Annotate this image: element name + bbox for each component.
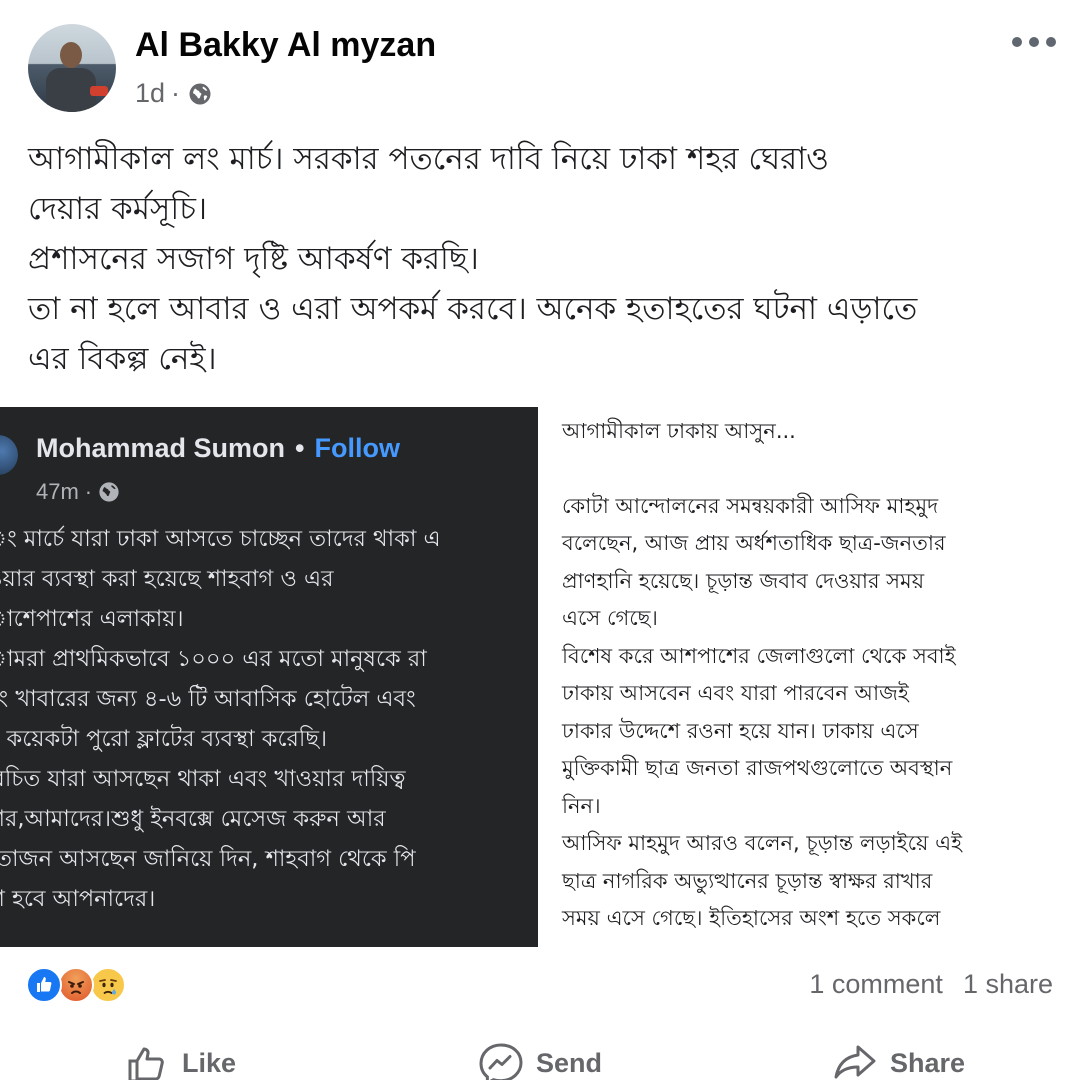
post-text: আগামীকাল লং মার্চ। সরকার পতনের দাবি নিয়…	[28, 134, 1058, 384]
engagement-counts: 1 comment 1 share	[809, 969, 1053, 1000]
post-text-line: আগামীকাল লং মার্চ। সরকার পতনের দাবি নিয়…	[28, 141, 829, 177]
shared-author-line: Mohammad Sumon • Follow	[36, 433, 400, 464]
action-bar: Like Send Share	[0, 1043, 1080, 1080]
like-reaction-icon	[26, 967, 62, 1003]
more-options-icon[interactable]	[1012, 32, 1060, 52]
shared-text-line: তোজন আসছেন জানিয়ে দিন, শাহবাগ থেকে পি	[0, 846, 416, 872]
post-time[interactable]: 1d	[135, 78, 165, 109]
post-text-line: এর বিকল্প নেই।	[28, 341, 217, 377]
post-image[interactable]: Mohammad Sumon • Follow 47m · ং মার্চে যার…	[0, 407, 1080, 947]
news-text-line: ঢাকার উদ্দেশে রওনা হয়ে যান। ঢাকায় এসে	[562, 718, 919, 743]
shared-text-line: রিচিত যারা আসছেন থাকা এবং খাওয়ার দায়িত…	[0, 766, 406, 792]
news-text-line: কোটা আন্দোলনের সমন্বয়কারী আসিফ মাহমুদ	[562, 493, 939, 518]
globe-icon	[99, 482, 119, 502]
news-text-line: প্রাণহানি হয়েছে। চূড়ান্ত জবাব দেওয়ার …	[562, 568, 925, 593]
author-avatar[interactable]	[28, 24, 116, 112]
news-text-line: এসে গেছে।	[562, 606, 658, 630]
globe-icon	[189, 83, 211, 104]
shared-text-line: মার,আমাদের।শুধু ইনবক্সে মেসেজ করুন আর	[0, 806, 386, 832]
shared-text-line: াশেপাশের এলাকায়।	[0, 606, 184, 632]
shared-screenshot-right: আগামীকাল ঢাকায় আসুন... কোটা আন্দোলনের স…	[538, 407, 1080, 947]
like-label: Like	[182, 1047, 237, 1078]
share-arrow-icon	[834, 1045, 876, 1079]
post-text-line: তা না হলে আবার ও এরা অপকর্ম করবে। অনেক হ…	[28, 291, 918, 327]
news-title: আগামীকাল ঢাকায় আসুন...	[562, 419, 796, 443]
follow-link: Follow	[314, 433, 400, 463]
shared-author-name: Mohammad Sumon	[36, 433, 286, 463]
shared-text-line: রা হবে আপনাদের।	[0, 886, 156, 912]
shared-screenshot-left: Mohammad Sumon • Follow 47m · ং মার্চে যার…	[0, 407, 538, 947]
news-text-line: সময় এসে গেছে। ইতিহাসের অংশ হতে সকলে	[562, 906, 941, 930]
meta-separator: ·	[171, 78, 181, 108]
send-button[interactable]: Send	[478, 1043, 602, 1080]
shared-meta-separator: ·	[84, 479, 93, 504]
shared-text-line: ং মার্চে যারা ঢাকা আসতে চাচ্ছেন তাদের থা…	[0, 526, 441, 552]
shared-time: 47m	[36, 479, 79, 504]
shared-separator: •	[295, 433, 305, 463]
shared-text-line: ওয়ার ব্যবস্থা করা হয়েছে শাহবাগ ও এর	[0, 566, 334, 592]
news-text-line: ছাত্র নাগরিক অভ্যুত্থানের চূড়ান্ত স্বাক…	[562, 868, 933, 893]
news-text-line: বিশেষ করে আশপাশের জেলাগুলো থেকে সবাই	[562, 643, 956, 668]
post-text-line: দেয়ার কর্মসূচি।	[28, 191, 208, 227]
shared-meta: 47m ·	[36, 479, 120, 505]
like-button[interactable]: Like	[126, 1043, 236, 1080]
news-text-line: নিন।	[562, 793, 601, 818]
news-text-line: বলেছেন, আজ প্রায় অর্ধশতাধিক ছাত্র-জনতার	[562, 531, 946, 555]
shared-author-avatar	[0, 435, 18, 475]
reaction-summary[interactable]	[26, 967, 146, 1003]
news-text-line: মুক্তিকামী ছাত্র জনতা রাজপথগুলোতে অবস্থা…	[562, 756, 953, 780]
shared-post-text: ং মার্চে যারা ঢাকা আসতে চাচ্ছেন তাদের থা…	[0, 519, 538, 919]
shared-text-line: বং খাবারের জন্য ৪-৬ টি আবাসিক হোটেল এবং	[0, 686, 416, 712]
news-text-line: ঢাকায় আসবেন এবং যারা পারবেন আজই	[562, 681, 909, 705]
comment-count[interactable]: 1 comment	[809, 969, 943, 1000]
shared-text-line: ামরা প্রাথমিকভাবে ১০০০ এর মতো মানুষকে রা	[0, 646, 427, 672]
news-text-line: আসিফ মাহমুদ আরও বলেন, চূড়ান্ত লড়াইয়ে …	[562, 831, 962, 855]
share-count[interactable]: 1 share	[963, 969, 1053, 1000]
shared-text-line: শ কয়েকটা পুরো ফ্লাটের ব্যবস্থা করেছি।	[0, 726, 328, 752]
post-header: Al Bakky Al myzan 1d ·	[0, 0, 1080, 120]
post-meta: 1d ·	[135, 78, 212, 109]
angry-reaction-icon	[58, 967, 94, 1003]
sad-reaction-icon	[90, 967, 126, 1003]
share-button[interactable]: Share	[832, 1043, 965, 1080]
author-name[interactable]: Al Bakky Al myzan	[135, 26, 436, 65]
messenger-icon	[479, 1043, 523, 1080]
post-footer: 1 comment 1 share Like Send Share	[0, 947, 1080, 1080]
news-text: আগামীকাল ঢাকায় আসুন... কোটা আন্দোলনের স…	[562, 413, 1080, 938]
share-label: Share	[890, 1047, 966, 1078]
post-text-line: প্রশাসনের সজাগ দৃষ্টি আকর্ষণ করছি।	[28, 241, 479, 277]
send-label: Send	[536, 1047, 603, 1078]
thumbs-up-icon	[128, 1047, 164, 1080]
